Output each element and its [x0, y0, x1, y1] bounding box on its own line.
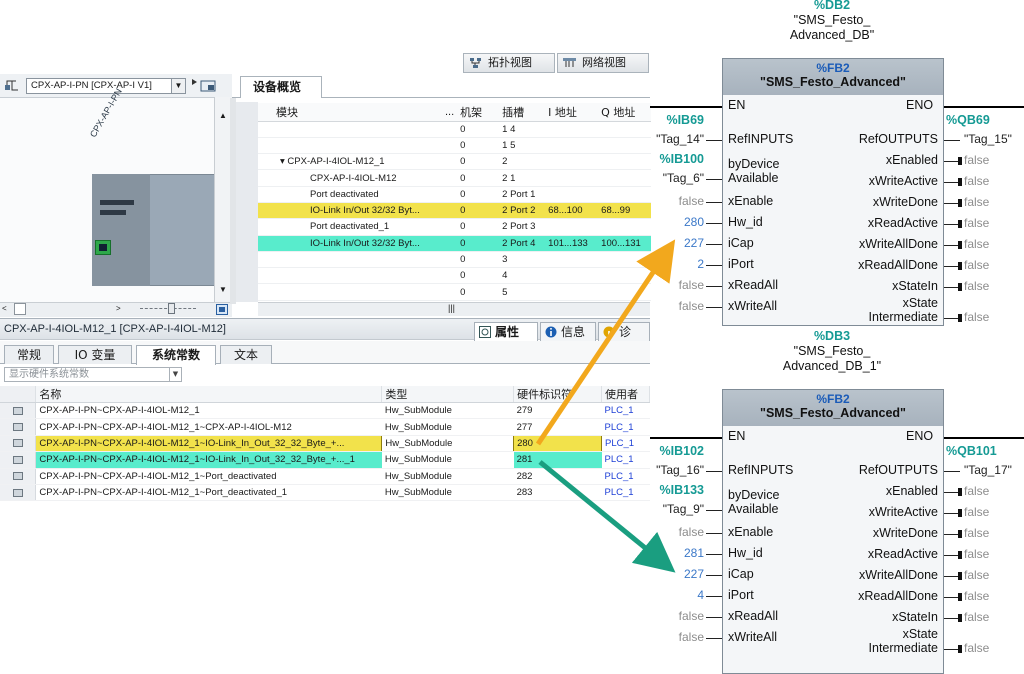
arrow-hwid-281 [538, 460, 676, 573]
annotation-arrows [535, 239, 676, 573]
arrow-hwid-280 [535, 239, 676, 446]
